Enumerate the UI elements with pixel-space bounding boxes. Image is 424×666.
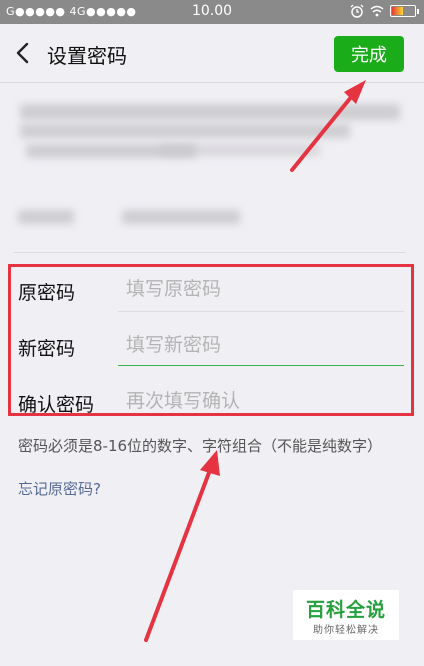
arrow-to-form [144, 450, 220, 642]
divider [14, 252, 406, 253]
done-button[interactable]: 完成 [334, 36, 404, 72]
watermark-main: 百科全说 [305, 599, 386, 621]
old-password-row: 原密码 [8, 268, 416, 324]
password-form: 原密码 新密码 确认密码 [8, 264, 416, 419]
new-password-input[interactable] [126, 330, 406, 360]
password-hint: 密码必须是8-16位的数字、字符组合（不能是纯数字） [18, 437, 383, 455]
new-password-label: 新密码 [18, 338, 76, 360]
alarm-icon [350, 4, 364, 18]
forgot-password-link[interactable]: 忘记原密码? [18, 478, 101, 499]
watermark-logo: 百科全说 助你轻松解决 [293, 590, 399, 640]
old-password-label: 原密码 [18, 282, 76, 304]
battery-icon [390, 5, 419, 17]
page-title: 设置密码 [47, 44, 127, 68]
confirm-password-input[interactable] [126, 386, 406, 416]
new-password-row: 新密码 [8, 324, 416, 380]
input-underline-active [118, 365, 404, 366]
nav-header: 设置密码 完成 [0, 24, 424, 83]
status-bar: G●●●●● 4G●●●●● 10.00 [0, 0, 424, 24]
watermark-sub: 助你轻松解决 [313, 625, 379, 636]
input-underline [118, 311, 404, 312]
back-arrow-icon[interactable] [12, 40, 34, 66]
wifi-icon [370, 5, 384, 17]
confirm-password-row: 确认密码 [8, 380, 416, 436]
confirm-password-label: 确认密码 [18, 394, 95, 416]
old-password-input[interactable] [126, 274, 406, 304]
status-icons [350, 4, 419, 18]
